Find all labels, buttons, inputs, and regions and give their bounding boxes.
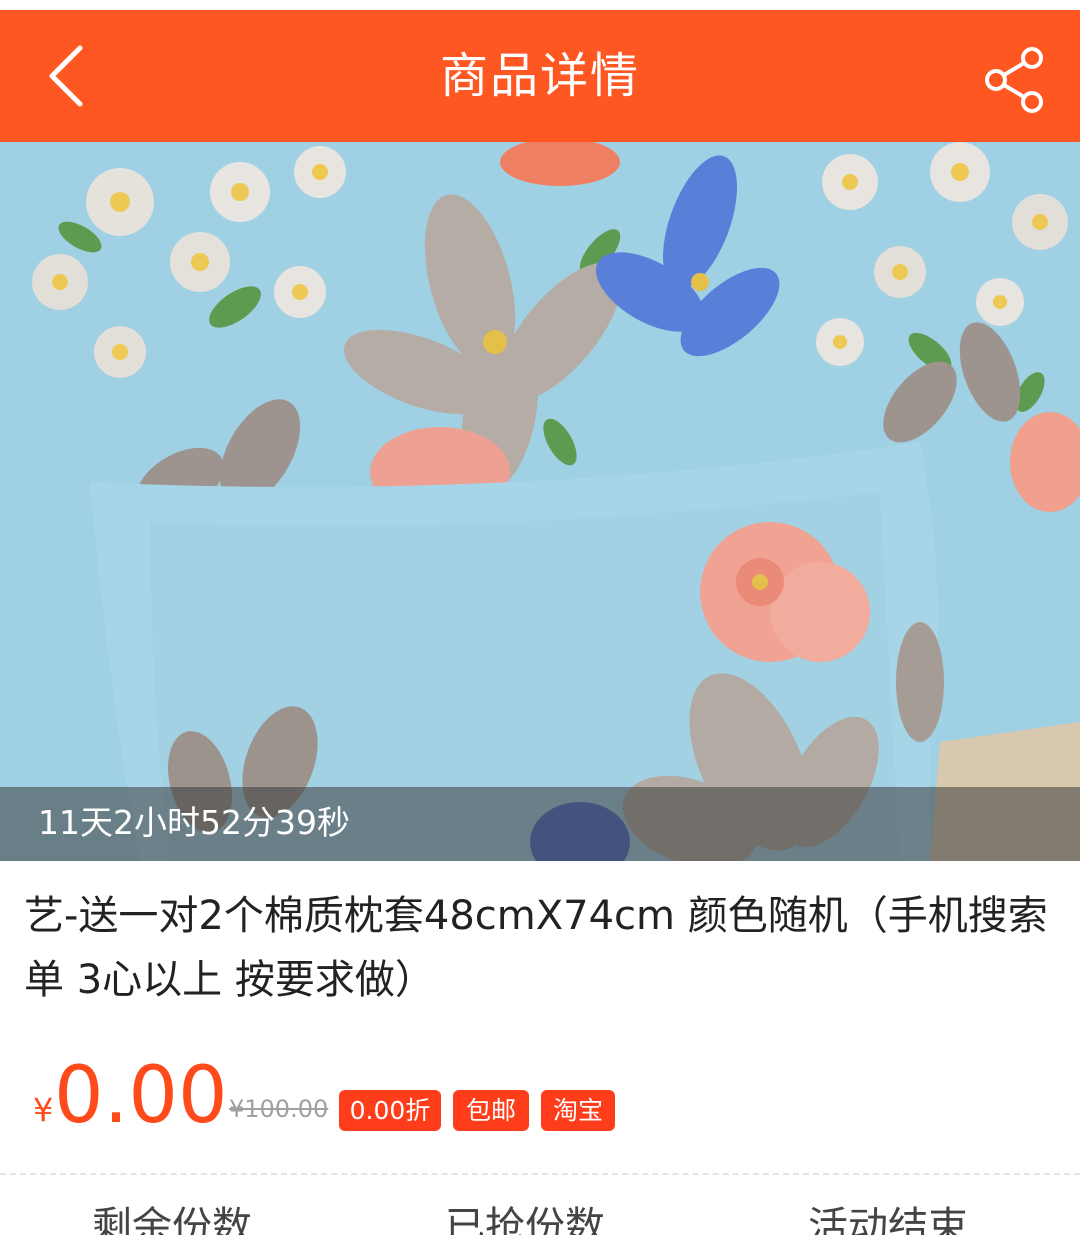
current-price: 0.00 xyxy=(54,1051,228,1141)
app-header: 商品详情 xyxy=(0,10,1080,142)
stats-row: 剩余份数 已抢份数 活动结束 xyxy=(0,1205,1080,1235)
page-title: 商品详情 xyxy=(439,48,640,104)
discount-badge: 0.00折 xyxy=(339,1090,441,1131)
divider xyxy=(0,1173,1080,1175)
product-title: 艺-送一对2个棉质枕套48cmX74cm 颜色随机（手机搜索单 3心以上 按要求… xyxy=(24,893,1048,1003)
stat-claimed: 已抢份数 xyxy=(445,1205,605,1235)
countdown-timer: 11天2小时52分39秒 xyxy=(38,803,350,842)
currency-symbol: ¥ xyxy=(33,1091,54,1129)
pillowcase-photo xyxy=(0,142,1080,861)
share-icon xyxy=(985,47,1043,113)
original-price: ¥100.00 xyxy=(229,1095,329,1123)
free-shipping-badge: 包邮 xyxy=(453,1090,529,1131)
stat-end: 活动结束 xyxy=(808,1205,968,1235)
share-button[interactable] xyxy=(976,40,1056,120)
stat-remaining: 剩余份数 xyxy=(92,1205,252,1235)
price-row: ¥ 0.00 ¥100.00 0.00折 包邮 淘宝 xyxy=(0,1045,1080,1155)
countdown-bar: 11天2小时52分39秒 xyxy=(0,787,1080,861)
product-image[interactable] xyxy=(0,142,1080,861)
platform-badge: 淘宝 xyxy=(541,1090,615,1131)
status-bar-strip xyxy=(0,0,1080,10)
